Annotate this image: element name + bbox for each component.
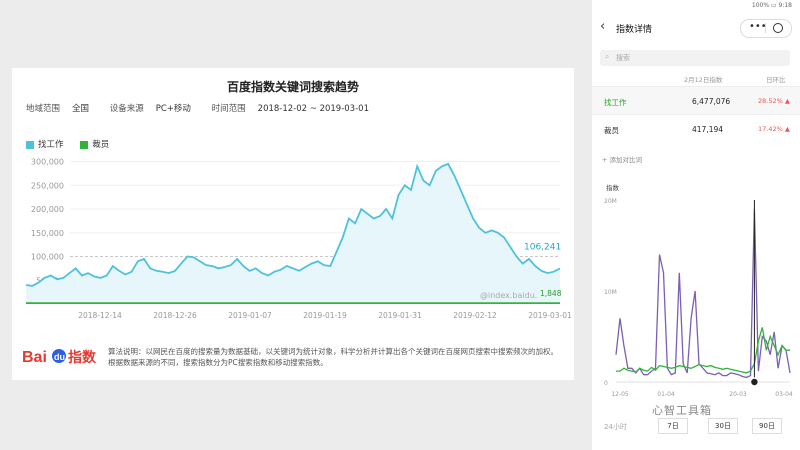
header-change: 日环比 (766, 76, 786, 84)
x-tick-label: 2019-01-07 (228, 311, 272, 320)
nav-bar: ‹ 指数详情 ••• (592, 16, 800, 40)
keyword-name: 找工作 (604, 98, 627, 107)
close-circle-icon[interactable] (773, 23, 783, 33)
status-bar: 100% ▭ 9:18 (751, 2, 792, 9)
trend-chart: 50,000100,000150,000200,000250,000300,00… (25, 158, 572, 320)
header-index: 2月12日指数 (684, 76, 723, 84)
mini-line-chart: 20M 10M 012-05 01-04 20-03 03-04 (604, 198, 793, 398)
mini-x-tick-label: 01-04 (657, 391, 675, 398)
mini-cursor-dot (749, 377, 760, 387)
mini-x-tick-label: 03-04 (775, 391, 793, 398)
mini-x-tick-label: 20-03 (729, 391, 747, 398)
algorithm-note: 算法说明：以网民在百度的搜索量为数据基础，以关键词为统计对象，科学分析并计算出各… (108, 347, 558, 367)
x-tick-label: 2019-01-19 (303, 311, 347, 320)
y-tick-label: 200,000 (31, 205, 64, 214)
mini-y-tick-label: 0 (604, 380, 608, 387)
y-tick-label: 150,000 (31, 229, 64, 238)
legend-swatch-1 (26, 140, 34, 149)
capsule-divider (765, 23, 766, 33)
table-row[interactable]: 裁员 417,194 17.42% ▲ (592, 114, 800, 143)
device-label: 设备来源 (109, 104, 144, 114)
keyword-name: 裁员 (604, 126, 619, 135)
index-watermark: @index.baidu. (480, 291, 537, 300)
y-tick-label: 100,000 (31, 253, 64, 262)
chart-title: 百度指数关键词搜索趋势 (226, 80, 359, 94)
device-value: PC+移动 (155, 104, 191, 114)
x-tick-label: 2018-12-14 (78, 311, 122, 320)
legend-label-1: 找工作 (38, 140, 64, 150)
search-placeholder: 搜索 (616, 54, 630, 62)
baidu-index-logo: Bai du 指数 (22, 349, 97, 366)
region-label: 地域范围 (26, 104, 61, 114)
y-tick-label: 250,000 (31, 181, 64, 190)
mobile-screen: 100% ▭ 9:18 ‹ 指数详情 ••• ⌕ 搜索 2月12日指数 日环比 … (592, 0, 800, 450)
mini-y-tick-label: 10M (604, 289, 617, 296)
time-label: 时间范围 (211, 104, 246, 114)
range-90d-button[interactable]: 90日 (752, 418, 782, 434)
value-label-1: 106,241 (524, 243, 561, 253)
mini-x-tick-label: 12-05 (611, 391, 629, 398)
x-tick-label: 2019-02-12 (453, 311, 497, 320)
keyword-value: 417,194 (692, 125, 724, 134)
search-icon: ⌕ (605, 52, 610, 61)
miniapp-capsule: ••• (740, 19, 792, 38)
page-title: 指数详情 (616, 25, 653, 35)
keyword-change: 28.52% ▲ (758, 97, 790, 105)
chart-meta: 地域范围 全国 设备来源 PC+移动 时间范围 2018-12-02 ~ 2019-0… (26, 102, 387, 114)
back-icon[interactable]: ‹ (600, 19, 605, 34)
y-tick-label: 300,000 (31, 158, 64, 167)
mini-series-line-1 (615, 209, 791, 379)
svg-text:指数: 指数 (68, 349, 97, 366)
watermark: 心智工具箱 (652, 404, 712, 417)
svg-text:du: du (54, 352, 65, 362)
time-value: 2018-12-02 ~ 2019-03-01 (257, 104, 369, 114)
x-tick-label: 2019-01-31 (378, 311, 422, 320)
range-24h[interactable]: 24小时 (604, 422, 627, 432)
table-row[interactable]: 找工作 6,477,076 28.52% ▲ (592, 86, 800, 115)
x-tick-label: 2018-12-26 (153, 311, 197, 320)
legend-swatch-2 (80, 140, 89, 149)
value-label-2: 1,848 (540, 289, 562, 298)
search-input[interactable]: ⌕ 搜索 (600, 50, 790, 66)
range-selector: 24小时 7日 30日 90日 (592, 418, 800, 434)
region-value: 全国 (72, 104, 90, 114)
mini-series-line-2 (616, 327, 790, 374)
range-30d-button[interactable]: 30日 (708, 418, 738, 434)
mini-y-tick-label: 20M (604, 198, 617, 205)
keyword-change: 17.42% ▲ (758, 125, 790, 133)
keyword-value: 6,477,076 (692, 97, 731, 106)
trend-chart-card: 百度指数关键词搜索趋势 地域范围 全国 设备来源 PC+移动 时间范围 2018-12… (12, 68, 574, 380)
legend-item-2[interactable]: 裁员 (80, 140, 109, 150)
legend-label-2: 裁员 (92, 140, 110, 150)
chart-legend: 找工作 裁员 (26, 138, 123, 150)
x-tick-label: 2019-03-01 (528, 311, 572, 320)
legend-item-1[interactable]: 找工作 (26, 140, 64, 150)
range-7d-button[interactable]: 7日 (658, 418, 688, 434)
svg-text:Bai: Bai (22, 349, 47, 366)
add-compare-button[interactable]: + 添加对比词 (602, 154, 642, 164)
